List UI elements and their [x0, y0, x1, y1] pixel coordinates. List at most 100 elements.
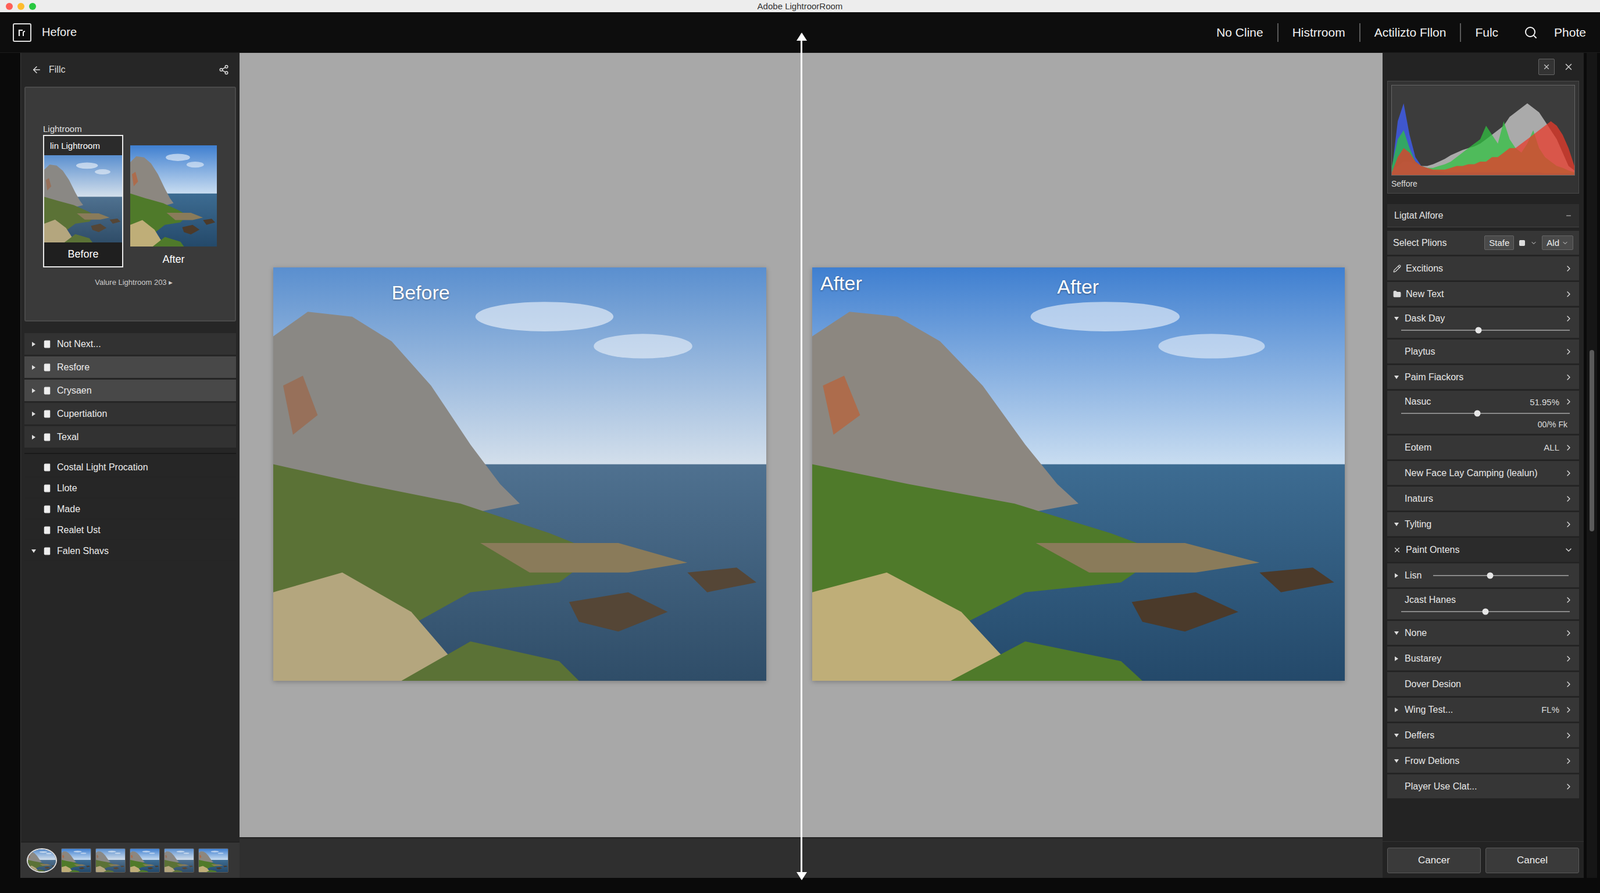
- panel-row[interactable]: Wing Test...FL%: [1387, 697, 1580, 723]
- chevron-right-icon[interactable]: [1563, 468, 1574, 478]
- caret-icon[interactable]: [1393, 656, 1400, 662]
- search-button[interactable]: [1512, 25, 1550, 40]
- preview-thumb[interactable]: lin LightroomBefore: [43, 134, 124, 268]
- slider-track[interactable]: [1401, 329, 1570, 331]
- collection-item[interactable]: Resfore: [24, 356, 237, 379]
- panel-row[interactable]: Inaturs: [1387, 486, 1580, 512]
- collection-item[interactable]: Llote: [24, 478, 237, 499]
- close-icon[interactable]: [1393, 545, 1402, 555]
- panel-row[interactable]: EotemALL: [1387, 435, 1580, 460]
- option-button[interactable]: Ald: [1541, 235, 1574, 250]
- collection-item[interactable]: Cupertiation: [24, 402, 237, 425]
- panel-row[interactable]: Excitions: [1387, 256, 1580, 281]
- app-logo[interactable]: [12, 23, 32, 42]
- collapse-button[interactable]: [1538, 58, 1555, 75]
- scrollbar-thumb[interactable]: [1589, 350, 1595, 532]
- chevron-down-icon[interactable]: [1563, 545, 1574, 555]
- caret-icon[interactable]: [1393, 316, 1400, 321]
- slider-row[interactable]: Jcast Hanes: [1387, 588, 1580, 620]
- slider-track[interactable]: [1401, 611, 1570, 613]
- panel-row[interactable]: Paim Fiackors: [1387, 365, 1580, 390]
- scrollbar[interactable]: [1586, 52, 1598, 878]
- chevron-right-icon[interactable]: [1563, 781, 1574, 792]
- cancel-button[interactable]: Cancel: [1485, 847, 1580, 874]
- panel-row[interactable]: Bustarey: [1387, 646, 1580, 671]
- slider-row[interactable]: Lisn: [1387, 563, 1580, 588]
- select-row[interactable]: Select PlionsStafeAld: [1387, 230, 1580, 256]
- caret-icon[interactable]: [30, 411, 38, 417]
- caret-icon[interactable]: [1393, 707, 1400, 713]
- collection-item[interactable]: Costal Light Procation: [24, 457, 237, 478]
- panel-row[interactable]: Deffers: [1387, 723, 1580, 748]
- panel-row[interactable]: Playtus: [1387, 339, 1580, 364]
- chevron-right-icon[interactable]: [1563, 397, 1574, 407]
- cancel-button[interactable]: Cancer: [1387, 847, 1481, 874]
- filmstrip-thumb[interactable]: [26, 848, 57, 873]
- back-label[interactable]: Fillc: [48, 64, 212, 75]
- chevron-right-icon[interactable]: [1563, 519, 1574, 530]
- compare-divider[interactable]: [800, 33, 803, 880]
- share-icon[interactable]: [218, 64, 230, 75]
- preview-thumb[interactable]: After: [130, 145, 217, 266]
- collection-item[interactable]: Made: [24, 499, 237, 520]
- slider-thumb[interactable]: [1475, 327, 1482, 334]
- chevron-down-icon[interactable]: [1530, 239, 1538, 247]
- filmstrip-thumb[interactable]: [95, 848, 126, 873]
- chevron-right-icon[interactable]: [1563, 730, 1574, 741]
- caret-icon[interactable]: [1393, 375, 1400, 380]
- slider-row[interactable]: Dask Day: [1387, 307, 1580, 339]
- section-header[interactable]: Ligtat Alfore: [1387, 204, 1580, 228]
- panel-row[interactable]: Dover Desion: [1387, 672, 1580, 697]
- back-arrow-icon[interactable]: [31, 64, 42, 75]
- chevron-right-icon[interactable]: [1563, 347, 1574, 357]
- caret-icon[interactable]: [1393, 573, 1400, 578]
- slider-track[interactable]: [1401, 412, 1570, 414]
- panel-row[interactable]: New Text: [1387, 281, 1580, 307]
- window-control[interactable]: [29, 2, 37, 10]
- collection-item[interactable]: Not Next...: [24, 333, 237, 356]
- panel-row[interactable]: Frow Detions: [1387, 748, 1580, 774]
- slider-thumb[interactable]: [1487, 572, 1494, 579]
- collection-item[interactable]: Realet Ust: [24, 520, 237, 541]
- caret-icon[interactable]: [30, 341, 38, 347]
- caret-icon[interactable]: [30, 549, 38, 553]
- account-menu[interactable]: Phote: [1549, 25, 1589, 40]
- window-control[interactable]: [5, 2, 13, 10]
- chevron-right-icon[interactable]: [1563, 679, 1574, 689]
- chevron-right-icon[interactable]: [1563, 705, 1574, 715]
- compare-photo[interactable]: Before: [273, 267, 767, 681]
- panel-row[interactable]: None: [1387, 620, 1580, 646]
- slider-track[interactable]: [1433, 575, 1569, 577]
- panel-row[interactable]: Player Use Clat...: [1387, 774, 1580, 799]
- chevron-right-icon[interactable]: [1563, 756, 1574, 766]
- filmstrip-thumb[interactable]: [129, 848, 160, 873]
- preview-footer[interactable]: Valure Lightroom 203 ▸: [43, 277, 225, 287]
- nav-item[interactable]: Actilizto Fllon: [1359, 23, 1461, 42]
- nav-item[interactable]: Histrroom: [1277, 23, 1360, 42]
- compare-photo[interactable]: AfterAfter: [812, 267, 1345, 681]
- nav-item[interactable]: No Cline: [1202, 23, 1278, 42]
- chevron-right-icon[interactable]: [1563, 263, 1574, 274]
- chevron-right-icon[interactable]: [1563, 443, 1574, 453]
- option-button[interactable]: Stafe: [1484, 235, 1514, 250]
- caret-icon[interactable]: [1393, 522, 1400, 527]
- slider-thumb[interactable]: [1482, 608, 1489, 616]
- panel-row[interactable]: New Face Lay Camping (lealun): [1387, 461, 1580, 486]
- filmstrip-thumb[interactable]: [163, 848, 195, 873]
- caret-icon[interactable]: [30, 388, 38, 394]
- chevron-right-icon[interactable]: [1563, 595, 1574, 605]
- filmstrip-thumb[interactable]: [198, 848, 229, 873]
- close-button[interactable]: [1560, 58, 1577, 75]
- chevron-right-icon[interactable]: [1563, 628, 1574, 638]
- window-control[interactable]: [17, 2, 25, 10]
- section-row[interactable]: Paint Ontens: [1387, 537, 1580, 563]
- collection-item[interactable]: Falen Shavs: [24, 541, 237, 562]
- collapse-icon[interactable]: [1565, 212, 1573, 220]
- caret-icon[interactable]: [30, 365, 38, 370]
- caret-icon[interactable]: [30, 434, 38, 440]
- chevron-right-icon[interactable]: [1563, 372, 1574, 382]
- caret-icon[interactable]: [1393, 631, 1400, 635]
- chevron-right-icon[interactable]: [1563, 313, 1574, 324]
- chevron-right-icon[interactable]: [1563, 494, 1574, 504]
- chevron-right-icon[interactable]: [1563, 654, 1574, 664]
